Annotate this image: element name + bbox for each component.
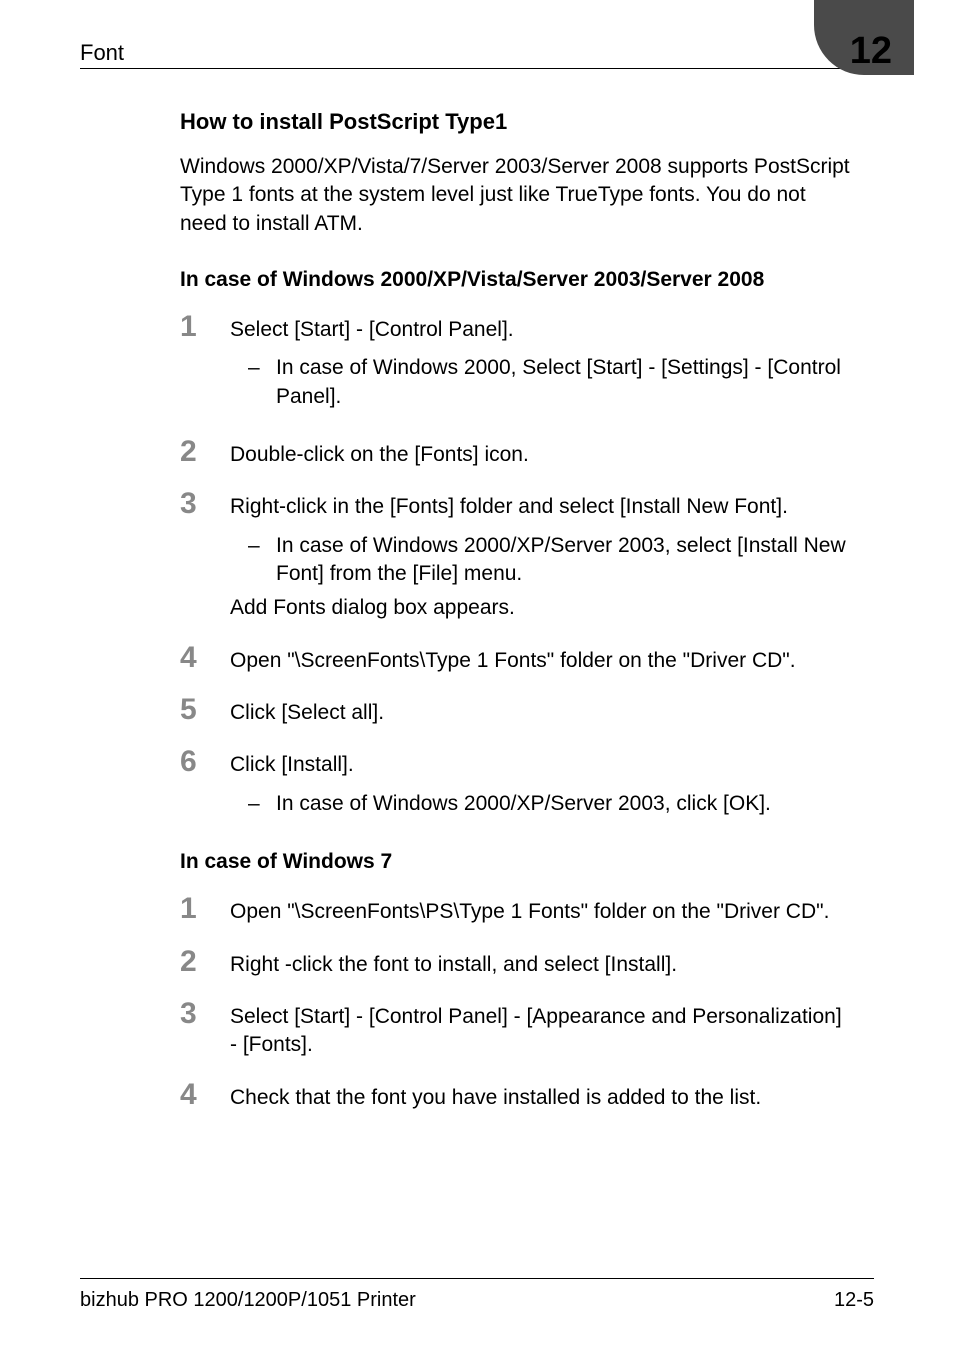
dash-icon: –	[248, 790, 276, 818]
sub-list: – In case of Windows 2000/XP/Server 2003…	[248, 532, 854, 589]
step-body: Select [Start] - [Control Panel] - [Appe…	[230, 999, 854, 1060]
step-text: Double-click on the [Fonts] icon.	[230, 443, 529, 466]
step-number: 6	[180, 747, 230, 777]
subsection-a-title: In case of Windows 2000/XP/Vista/Server …	[180, 268, 854, 292]
step-body: Click [Install]. – In case of Windows 20…	[230, 747, 854, 824]
step-text: Right-click in the [Fonts] folder and se…	[230, 495, 788, 518]
step-number: 2	[180, 947, 230, 977]
step-number: 3	[180, 489, 230, 519]
step-body: Double-click on the [Fonts] icon.	[230, 437, 854, 469]
step-body: Right-click in the [Fonts] folder and se…	[230, 489, 854, 622]
step-body: Click [Select all].	[230, 695, 854, 727]
sub-text: In case of Windows 2000, Select [Start] …	[276, 354, 854, 411]
sub-list: – In case of Windows 2000, Select [Start…	[248, 354, 854, 411]
step-body: Right -click the font to install, and se…	[230, 947, 854, 979]
page-content: How to install PostScript Type1 Windows …	[80, 109, 874, 1112]
step-body: Check that the font you have installed i…	[230, 1080, 854, 1112]
step-number: 1	[180, 312, 230, 342]
page-header: Font	[80, 40, 874, 69]
step-text: Select [Start] - [Control Panel] - [Appe…	[230, 1005, 842, 1056]
sub-item: – In case of Windows 2000/XP/Server 2003…	[248, 532, 854, 589]
step-after-text: Add Fonts dialog box appears.	[230, 594, 854, 622]
footer-page-number: 12-5	[834, 1289, 874, 1312]
step-text: Right -click the font to install, and se…	[230, 953, 677, 976]
step-body: Select [Start] - [Control Panel]. – In c…	[230, 312, 854, 417]
dash-icon: –	[248, 354, 276, 411]
step-item: 3 Right-click in the [Fonts] folder and …	[180, 489, 854, 622]
dash-icon: –	[248, 532, 276, 589]
step-item: 3 Select [Start] - [Control Panel] - [Ap…	[180, 999, 854, 1060]
step-number: 2	[180, 437, 230, 467]
step-item: 6 Click [Install]. – In case of Windows …	[180, 747, 854, 824]
header-section-title: Font	[80, 40, 124, 66]
step-item: 4 Check that the font you have installed…	[180, 1080, 854, 1112]
step-item: 2 Right -click the font to install, and …	[180, 947, 854, 979]
sub-text: In case of Windows 2000/XP/Server 2003, …	[276, 790, 854, 818]
step-text: Click [Install].	[230, 753, 354, 776]
section-title: How to install PostScript Type1	[180, 109, 854, 135]
section-paragraph: Windows 2000/XP/Vista/7/Server 2003/Serv…	[180, 153, 854, 238]
subsection-b-title: In case of Windows 7	[180, 850, 854, 874]
step-body: Open "\ScreenFonts\Type 1 Fonts" folder …	[230, 643, 854, 675]
chapter-number: 12	[850, 30, 892, 73]
sub-item: – In case of Windows 2000, Select [Start…	[248, 354, 854, 411]
step-item: 2 Double-click on the [Fonts] icon.	[180, 437, 854, 469]
step-number: 4	[180, 643, 230, 673]
step-number: 1	[180, 894, 230, 924]
footer-left: bizhub PRO 1200/1200P/1051 Printer	[80, 1289, 416, 1312]
step-text: Click [Select all].	[230, 701, 384, 724]
step-number: 5	[180, 695, 230, 725]
step-number: 4	[180, 1080, 230, 1110]
step-item: 4 Open "\ScreenFonts\Type 1 Fonts" folde…	[180, 643, 854, 675]
step-text: Check that the font you have installed i…	[230, 1086, 761, 1109]
step-text: Open "\ScreenFonts\Type 1 Fonts" folder …	[230, 649, 796, 672]
step-body: Open "\ScreenFonts\PS\Type 1 Fonts" fold…	[230, 894, 854, 926]
step-item: 5 Click [Select all].	[180, 695, 854, 727]
step-item: 1 Select [Start] - [Control Panel]. – In…	[180, 312, 854, 417]
step-item: 1 Open "\ScreenFonts\PS\Type 1 Fonts" fo…	[180, 894, 854, 926]
step-text: Open "\ScreenFonts\PS\Type 1 Fonts" fold…	[230, 900, 829, 923]
step-text: Select [Start] - [Control Panel].	[230, 318, 514, 341]
step-number: 3	[180, 999, 230, 1029]
sub-list: – In case of Windows 2000/XP/Server 2003…	[248, 790, 854, 818]
sub-item: – In case of Windows 2000/XP/Server 2003…	[248, 790, 854, 818]
sub-text: In case of Windows 2000/XP/Server 2003, …	[276, 532, 854, 589]
page-footer: bizhub PRO 1200/1200P/1051 Printer 12-5	[80, 1278, 874, 1312]
